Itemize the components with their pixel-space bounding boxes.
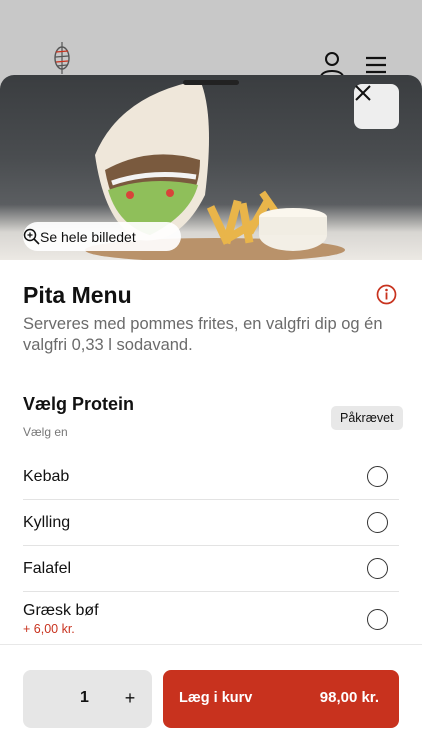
option-label: Falafel — [23, 560, 72, 577]
option-kylling[interactable]: Kylling — [23, 500, 399, 546]
option-radio[interactable] — [367, 558, 388, 579]
see-full-image-button[interactable]: Se hele billedet — [23, 222, 181, 251]
info-icon[interactable] — [376, 284, 397, 305]
option-price: + 6,00 kr. — [23, 622, 75, 636]
option-radio[interactable] — [367, 466, 388, 487]
option-label: Kebab — [23, 468, 70, 485]
product-sheet: Se hele billedet Pita Menu Serveres med … — [0, 75, 422, 750]
option-group-title: Vælg Protein — [23, 394, 135, 414]
option-group-subtitle: Vælg en — [23, 425, 68, 439]
required-badge: Påkrævet — [331, 406, 403, 430]
product-image: Se hele billedet — [0, 75, 422, 260]
increase-quantity-button[interactable]: + — [121, 687, 139, 709]
option-radio[interactable] — [367, 609, 388, 630]
add-to-cart-label: Læg i kurv — [179, 690, 253, 706]
add-to-cart-button[interactable]: Læg i kurv 98,00 kr. — [163, 670, 399, 728]
background-page-header — [0, 0, 422, 80]
doner-logo-icon[interactable] — [52, 42, 72, 74]
zoom-in-icon — [23, 228, 40, 245]
option-label: Kylling — [23, 514, 71, 531]
option-radio[interactable] — [367, 512, 388, 533]
close-icon — [355, 85, 371, 101]
close-button[interactable] — [354, 84, 399, 129]
total-price: 98,00 kr. — [319, 689, 379, 706]
option-kebab[interactable]: Kebab — [23, 446, 399, 500]
see-full-image-label: Se hele billedet — [40, 228, 136, 245]
quantity-stepper[interactable]: 1 + — [23, 670, 152, 728]
product-description: Serveres med pommes frites, en valgfri d… — [23, 315, 383, 354]
order-footer: 1 + Læg i kurv 98,00 kr. — [0, 644, 422, 750]
option-falafel[interactable]: Falafel — [23, 546, 399, 592]
option-graesk-boef[interactable]: Græsk bøf + 6,00 kr. — [23, 592, 399, 644]
sheet-drag-handle[interactable] — [183, 80, 239, 85]
menu-icon[interactable] — [365, 56, 387, 74]
quantity-value: 1 — [80, 689, 89, 706]
product-title: Pita Menu — [23, 282, 132, 308]
option-label: Græsk bøf — [23, 602, 99, 619]
